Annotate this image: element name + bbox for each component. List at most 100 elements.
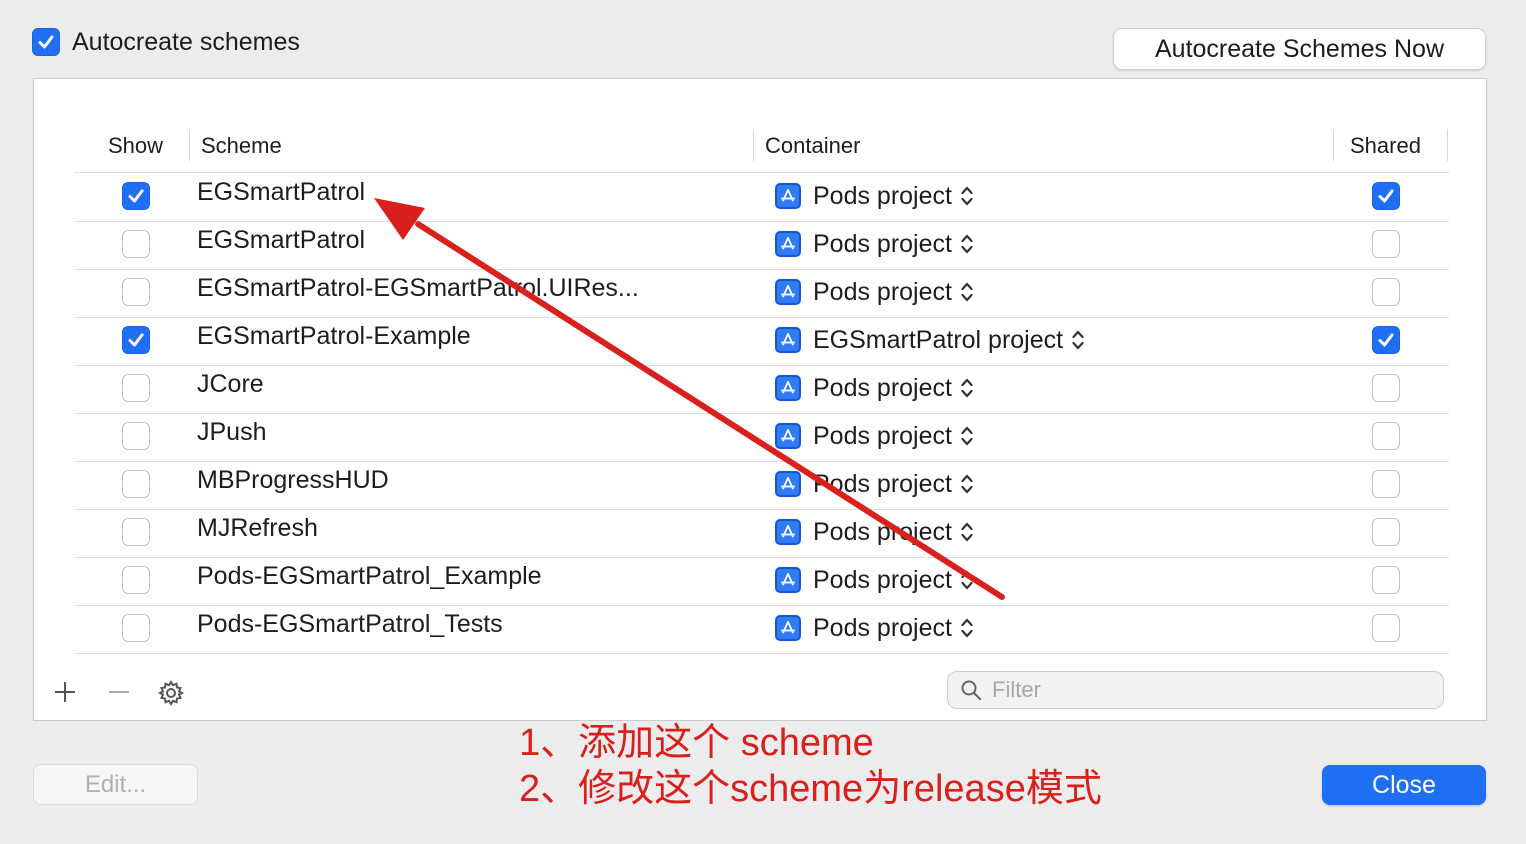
scheme-name: EGSmartPatrol-EGSmartPatrol.UIRes... [197, 274, 639, 302]
container-popup[interactable]: Pods project [775, 178, 974, 214]
chevron-up-down-icon [1071, 328, 1085, 352]
shared-checkbox[interactable] [1372, 566, 1400, 594]
close-button[interactable]: Close [1322, 765, 1486, 805]
shared-checkbox[interactable] [1372, 422, 1400, 450]
column-header-shared[interactable]: Shared [1350, 131, 1421, 161]
scheme-name: EGSmartPatrol [197, 178, 366, 206]
container-label: Pods project [813, 373, 952, 402]
checkmark-icon [1378, 333, 1394, 347]
show-checkbox[interactable] [122, 374, 150, 402]
table-row[interactable]: JCore Pods project [74, 365, 1449, 414]
remove-scheme-button[interactable] [106, 679, 132, 710]
annotation-line-2: 2、修改这个scheme为release模式 [519, 768, 1102, 810]
shared-checkbox[interactable] [1372, 182, 1400, 210]
table-row[interactable]: EGSmartPatrol Pods project [74, 221, 1449, 270]
scheme-name: MJRefresh [197, 514, 318, 542]
show-checkbox[interactable] [122, 470, 150, 498]
add-scheme-button[interactable] [52, 679, 78, 710]
filter-input[interactable] [990, 676, 1434, 704]
plus-icon [55, 682, 75, 702]
app-project-icon [775, 327, 801, 353]
chevron-up-down-icon [960, 280, 974, 304]
shared-checkbox[interactable] [1372, 278, 1400, 306]
container-label: EGSmartPatrol project [813, 325, 1064, 354]
autocreate-schemes-label: Autocreate schemes [72, 28, 300, 56]
table-row[interactable]: MBProgressHUD Pods project [74, 461, 1449, 510]
checkmark-icon [128, 333, 144, 347]
scheme-name: JPush [197, 418, 267, 446]
container-label: Pods project [813, 469, 952, 498]
column-separator [1333, 129, 1334, 161]
app-project-icon [775, 519, 801, 545]
container-popup[interactable]: Pods project [775, 562, 974, 598]
container-popup[interactable]: Pods project [775, 226, 974, 262]
chevron-up-down-icon [960, 568, 974, 592]
show-checkbox[interactable] [122, 278, 150, 306]
chevron-up-down-icon [960, 232, 974, 256]
table-row[interactable]: MJRefresh Pods project [74, 509, 1449, 558]
container-popup[interactable]: Pods project [775, 418, 974, 454]
autocreate-schemes-checkbox[interactable] [32, 28, 60, 56]
table-row[interactable]: EGSmartPatrol-EGSmartPatrol.UIRes... Pods… [74, 269, 1449, 318]
show-checkbox[interactable] [122, 326, 150, 354]
chevron-up-down-icon [960, 520, 974, 544]
scheme-name: JCore [197, 370, 264, 398]
scheme-name: MBProgressHUD [197, 466, 389, 494]
edit-scheme-button[interactable]: Edit... [33, 764, 198, 805]
show-checkbox[interactable] [122, 422, 150, 450]
show-checkbox[interactable] [122, 182, 150, 210]
table-row[interactable]: EGSmartPatrol Pods project [74, 173, 1449, 222]
table-row[interactable]: Pods-EGSmartPatrol_Example Pods project [74, 557, 1449, 606]
container-label: Pods project [813, 181, 952, 210]
scheme-name: EGSmartPatrol [197, 226, 366, 254]
container-label: Pods project [813, 277, 952, 306]
scheme-name: Pods-EGSmartPatrol_Tests [197, 610, 503, 638]
shared-checkbox[interactable] [1372, 374, 1400, 402]
shared-checkbox[interactable] [1372, 230, 1400, 258]
scheme-name: EGSmartPatrol-Example [197, 322, 471, 350]
schemes-panel: Show Scheme Container Shared EGSmartPatr… [33, 78, 1487, 721]
container-label: Pods project [813, 565, 952, 594]
chevron-up-down-icon [960, 424, 974, 448]
table-row[interactable]: JPush Pods project [74, 413, 1449, 462]
column-header-container[interactable]: Container [765, 131, 860, 161]
container-popup[interactable]: Pods project [775, 466, 974, 502]
container-label: Pods project [813, 421, 952, 450]
checkmark-icon [38, 35, 54, 49]
show-checkbox[interactable] [122, 614, 150, 642]
chevron-up-down-icon [960, 616, 974, 640]
app-project-icon [775, 423, 801, 449]
autocreate-schemes-now-button[interactable]: Autocreate Schemes Now [1113, 28, 1486, 70]
shared-checkbox[interactable] [1372, 614, 1400, 642]
container-popup[interactable]: Pods project [775, 274, 974, 310]
scheme-settings-button[interactable] [157, 679, 185, 712]
show-checkbox[interactable] [122, 230, 150, 258]
app-project-icon [775, 279, 801, 305]
table-row[interactable]: EGSmartPatrol-Example EGSmartPatrol proje… [74, 317, 1449, 366]
show-checkbox[interactable] [122, 566, 150, 594]
app-project-icon [775, 183, 801, 209]
annotation-line-1: 1、添加这个 scheme [519, 722, 874, 764]
container-popup[interactable]: Pods project [775, 370, 974, 406]
column-separator [189, 129, 190, 161]
app-project-icon [775, 471, 801, 497]
column-header-show[interactable]: Show [108, 131, 163, 161]
chevron-up-down-icon [960, 376, 974, 400]
checkmark-icon [128, 189, 144, 203]
checkmark-icon [1378, 189, 1394, 203]
app-project-icon [775, 567, 801, 593]
shared-checkbox[interactable] [1372, 518, 1400, 546]
table-row[interactable]: Pods-EGSmartPatrol_Tests Pods project [74, 605, 1449, 654]
filter-field[interactable] [947, 671, 1444, 709]
column-header-scheme[interactable]: Scheme [201, 131, 282, 161]
show-checkbox[interactable] [122, 518, 150, 546]
app-project-icon [775, 615, 801, 641]
shared-checkbox[interactable] [1372, 470, 1400, 498]
container-popup[interactable]: Pods project [775, 514, 974, 550]
container-label: Pods project [813, 229, 952, 258]
shared-checkbox[interactable] [1372, 326, 1400, 354]
container-label: Pods project [813, 517, 952, 546]
container-popup[interactable]: Pods project [775, 610, 974, 646]
column-separator [753, 129, 754, 161]
container-popup[interactable]: EGSmartPatrol project [775, 322, 1085, 358]
